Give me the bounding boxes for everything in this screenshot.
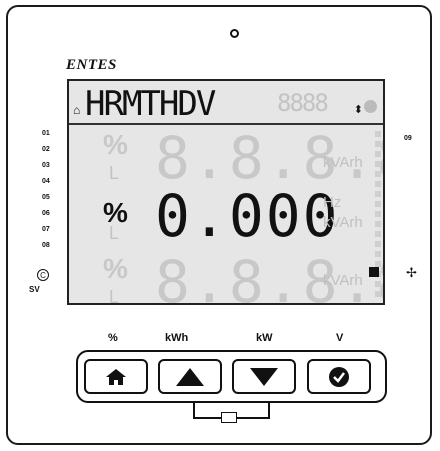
gear-icon bbox=[364, 100, 377, 113]
key-label-percent: % bbox=[108, 332, 118, 344]
step-label: 02 bbox=[42, 146, 50, 153]
mode-text: HRMTHDV bbox=[85, 84, 216, 124]
row1-unit-symbol: % bbox=[103, 129, 128, 160]
sv-label: SV bbox=[29, 285, 40, 294]
row2-unit-hz: Hz bbox=[323, 194, 342, 211]
row3-unit: kVArh bbox=[323, 272, 363, 289]
step-label: 03 bbox=[42, 162, 50, 169]
menu-icon bbox=[221, 412, 237, 423]
display-row-2: % L 0.000 Hz kVArh bbox=[69, 182, 383, 250]
updown-icon: ⬍ bbox=[353, 104, 363, 116]
step-label-right: 09 bbox=[404, 135, 412, 142]
row3-unit-symbol: % bbox=[103, 253, 128, 284]
row3-L-label: L bbox=[109, 287, 120, 305]
display-row-3: % L 8.8.8.8 kVArh bbox=[69, 253, 383, 305]
down-arrow-icon bbox=[250, 367, 278, 386]
step-label: 06 bbox=[42, 210, 50, 217]
up-arrow-icon bbox=[176, 367, 204, 386]
display-row-1: % L 8.8.8.8 kVArh bbox=[69, 129, 383, 189]
up-button[interactable] bbox=[158, 359, 222, 394]
step-label: 05 bbox=[42, 194, 50, 201]
lcd-mode-row: ⌂ HRMTHDV 8888 ⬍ bbox=[69, 81, 383, 125]
step-label: 01 bbox=[42, 130, 50, 137]
home-icon bbox=[106, 368, 126, 385]
key-label-kwh: kWh bbox=[165, 332, 189, 344]
row2-L-label: L bbox=[109, 223, 120, 243]
row1-unit: kVArh bbox=[323, 154, 363, 171]
lcd-display: ⌂ HRMTHDV 8888 ⬍ % L 8.8.8.8 kVArh % L 0… bbox=[67, 79, 385, 305]
key-label-kw: kW bbox=[256, 332, 273, 344]
row1-L-label: L bbox=[109, 163, 120, 183]
ghost-digits: 8888 bbox=[277, 89, 329, 117]
step-label: 04 bbox=[42, 178, 50, 185]
status-mark bbox=[369, 267, 379, 277]
fan-icon: ✢ bbox=[406, 265, 417, 280]
down-button[interactable] bbox=[232, 359, 296, 394]
step-label: 08 bbox=[42, 242, 50, 249]
home-icon: ⌂ bbox=[73, 103, 81, 117]
mount-hole bbox=[230, 29, 239, 38]
row2-unit: kVArh bbox=[323, 214, 363, 231]
device-panel: ENTES ⌂ HRMTHDV 8888 ⬍ % L 8.8.8.8 kVArh… bbox=[6, 5, 432, 445]
c-icon: C bbox=[37, 269, 49, 281]
key-label-v: V bbox=[336, 332, 344, 344]
row2-value: 0.000 bbox=[155, 182, 340, 250]
step-label: 07 bbox=[42, 226, 50, 233]
brand-logo: ENTES bbox=[66, 57, 117, 73]
check-icon bbox=[329, 366, 349, 387]
confirm-button[interactable] bbox=[307, 359, 371, 394]
home-button[interactable] bbox=[84, 359, 148, 394]
